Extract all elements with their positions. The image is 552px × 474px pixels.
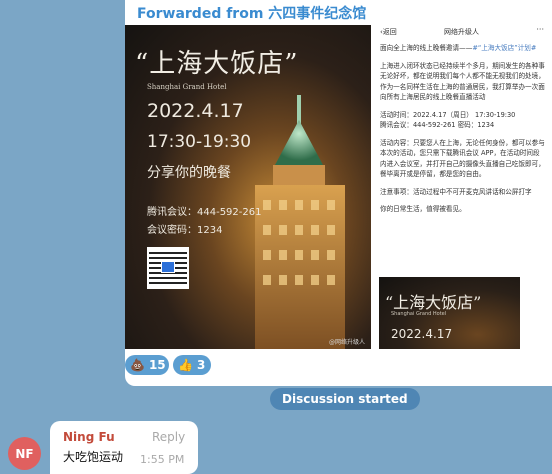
poster-title: “上海大饭店”: [135, 49, 299, 79]
article-intro: 面向全上海的线上晚餐邀请——: [380, 44, 473, 52]
qr-logo-icon: [161, 261, 175, 273]
poster-subtitle: Shanghai Grand Hotel: [147, 83, 227, 91]
poster-meeting-id: 腾讯会议：444-592-261: [147, 207, 262, 218]
article-thumbnail: “上海大饭店” Shanghai Grand Hotel 2022.4.17: [379, 277, 520, 349]
comment-bubble[interactable]: Ning Fu Reply 大吃饱运动 1:55 PM: [50, 421, 198, 474]
avatar[interactable]: NF: [8, 437, 41, 470]
reaction-poo[interactable]: 💩 15: [125, 355, 169, 375]
tower-illustration: [255, 95, 345, 349]
more-icon: ···: [536, 25, 544, 34]
discussion-started-pill: Discussion started: [270, 388, 420, 410]
reaction-count: 15: [148, 358, 166, 372]
comment-text: 大吃饱运动: [63, 450, 124, 464]
poster-password: 会议密码：1234: [147, 225, 223, 236]
poster-image[interactable]: “上海大饭店” Shanghai Grand Hotel 2022.4.17 1…: [125, 25, 371, 349]
account-name: 网络升级人: [444, 28, 479, 36]
article-top-bar: ‹返回 网络升级人 ···: [374, 25, 550, 39]
article-hashtag: #“上海大饭店”计划#: [472, 44, 537, 52]
article-content: 活动内容：只要您人在上海，无论任何身份，都可以参与本次的活动，您只需下载腾讯会议…: [380, 138, 545, 179]
poster-watermark: @网络升级人: [328, 339, 365, 346]
poo-emoji-icon: 💩: [130, 358, 145, 372]
article-notice: 注意事项：活动过程中不可开麦克风讲话和公屏打字: [380, 187, 532, 196]
article-time: 活动时间：2022.4.17（周日） 17:30-19:30: [380, 110, 516, 119]
comment-timestamp: 1:55 PM: [140, 453, 185, 466]
article-footer: 你的日常生活，值得被看见。: [380, 205, 466, 213]
thumbnail-date: 2022.4.17: [391, 327, 453, 341]
back-label: ‹返回: [380, 28, 397, 36]
article-screenshot-image[interactable]: ‹返回 网络升级人 ··· 面向全上海的线上晚餐邀请——#“上海大饭店”计划# …: [374, 25, 550, 349]
article-meeting: 腾讯会议：444-592-261 密码：1234: [380, 121, 495, 129]
thumbnail-title: “上海大饭店”: [385, 293, 482, 312]
reply-button[interactable]: Reply: [152, 430, 185, 444]
thumbnail-subtitle: Shanghai Grand Hotel: [391, 311, 447, 317]
article-body: 面向全上海的线上晚餐邀请——#“上海大饭店”计划# 上海进入闭环状态已经持续半个…: [380, 43, 546, 222]
article-paragraph: 上海进入闭环状态已经持续半个多月，期间发生的各种事无论好坏，都在说明我们每个人都…: [380, 61, 545, 102]
poster-date: 2022.4.17: [147, 100, 244, 122]
reaction-thumbs-up[interactable]: 👍 3: [173, 355, 211, 375]
reaction-count: 3: [196, 358, 206, 372]
poster-tagline: 分享你的晚餐: [147, 165, 231, 181]
thumbs-up-emoji-icon: 👍: [178, 358, 193, 372]
forwarded-from-link[interactable]: Forwarded from 六四事件纪念馆: [137, 3, 366, 23]
poster-time: 17:30-19:30: [147, 132, 252, 152]
comment-author[interactable]: Ning Fu: [63, 430, 115, 444]
